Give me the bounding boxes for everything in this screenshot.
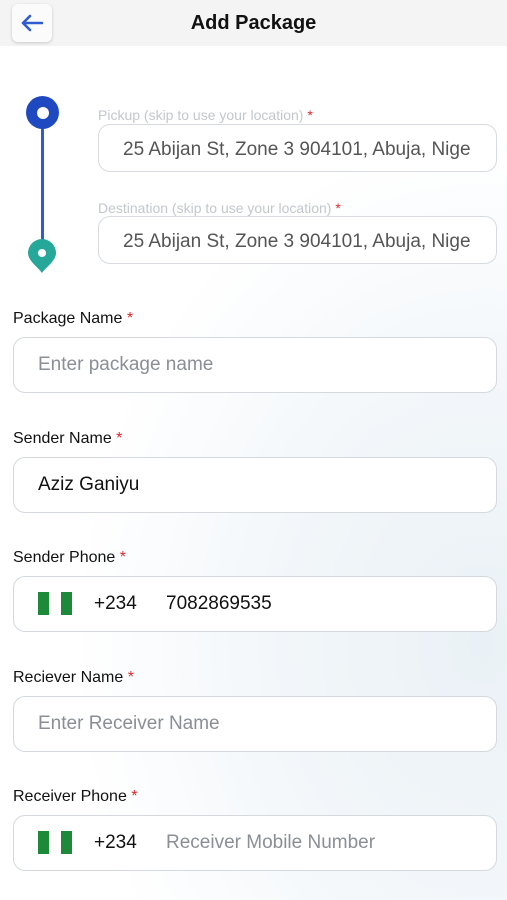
package-name-input[interactable]: Enter package name (13, 337, 497, 393)
pickup-input[interactable]: 25 Abijan St, Zone 3 904101, Abuja, Nige (98, 124, 497, 172)
nigeria-flag-icon[interactable] (38, 831, 72, 854)
sender-phone-label-text: Sender Phone (13, 549, 116, 566)
required-mark: * (335, 200, 341, 216)
receiver-phone-label: Receiver Phone * (13, 788, 138, 806)
sender-name-label: Sender Name * (13, 430, 122, 448)
pickup-label: Pickup (skip to use your location) * (98, 107, 313, 123)
destination-label-text: Destination (skip to use your location) (98, 200, 332, 216)
sender-name-label-text: Sender Name (13, 430, 112, 447)
sender-name-input[interactable]: Aziz Ganiyu (13, 457, 497, 513)
receiver-name-label: Reciever Name * (13, 669, 134, 687)
package-name-label-text: Package Name (13, 310, 123, 327)
required-mark: * (116, 430, 123, 447)
sender-name-value: Aziz Ganiyu (38, 474, 140, 495)
required-mark: * (307, 107, 313, 123)
pickup-value: 25 Abijan St, Zone 3 904101, Abuja, Nige (123, 139, 471, 160)
receiver-phone-input[interactable]: +234 Receiver Mobile Number (13, 815, 497, 871)
route-line (41, 112, 44, 254)
sender-phone-label: Sender Phone * (13, 549, 126, 567)
pickup-label-text: Pickup (skip to use your location) (98, 107, 304, 123)
destination-label: Destination (skip to use your location) … (98, 200, 341, 216)
destination-input[interactable]: 25 Abijan St, Zone 3 904101, Abuja, Nige (98, 216, 497, 264)
package-name-label: Package Name * (13, 310, 133, 328)
page-title: Add Package (190, 11, 317, 34)
sender-phone-value: 7082869535 (166, 593, 272, 614)
receiver-name-label-text: Reciever Name (13, 669, 124, 686)
required-mark: * (119, 549, 126, 566)
pickup-marker-icon (26, 96, 59, 129)
receiver-phone-placeholder: Receiver Mobile Number (166, 832, 376, 853)
destination-pin-icon (28, 239, 56, 273)
receiver-country-code[interactable]: +234 (94, 832, 137, 854)
receiver-name-placeholder: Enter Receiver Name (38, 713, 220, 734)
arrow-left-icon (21, 14, 43, 32)
destination-value: 25 Abijan St, Zone 3 904101, Abuja, Nige (123, 231, 471, 252)
sender-country-code[interactable]: +234 (94, 593, 137, 615)
required-mark: * (131, 788, 138, 805)
required-mark: * (126, 310, 134, 327)
required-mark: * (127, 669, 134, 686)
sender-phone-input[interactable]: +234 7082869535 (13, 576, 497, 632)
receiver-phone-label-text: Receiver Phone (13, 788, 127, 805)
back-button[interactable] (12, 4, 52, 42)
app-header: Add Package (0, 0, 507, 46)
nigeria-flag-icon[interactable] (38, 592, 72, 615)
package-name-placeholder: Enter package name (38, 354, 214, 375)
receiver-name-input[interactable]: Enter Receiver Name (13, 696, 497, 752)
